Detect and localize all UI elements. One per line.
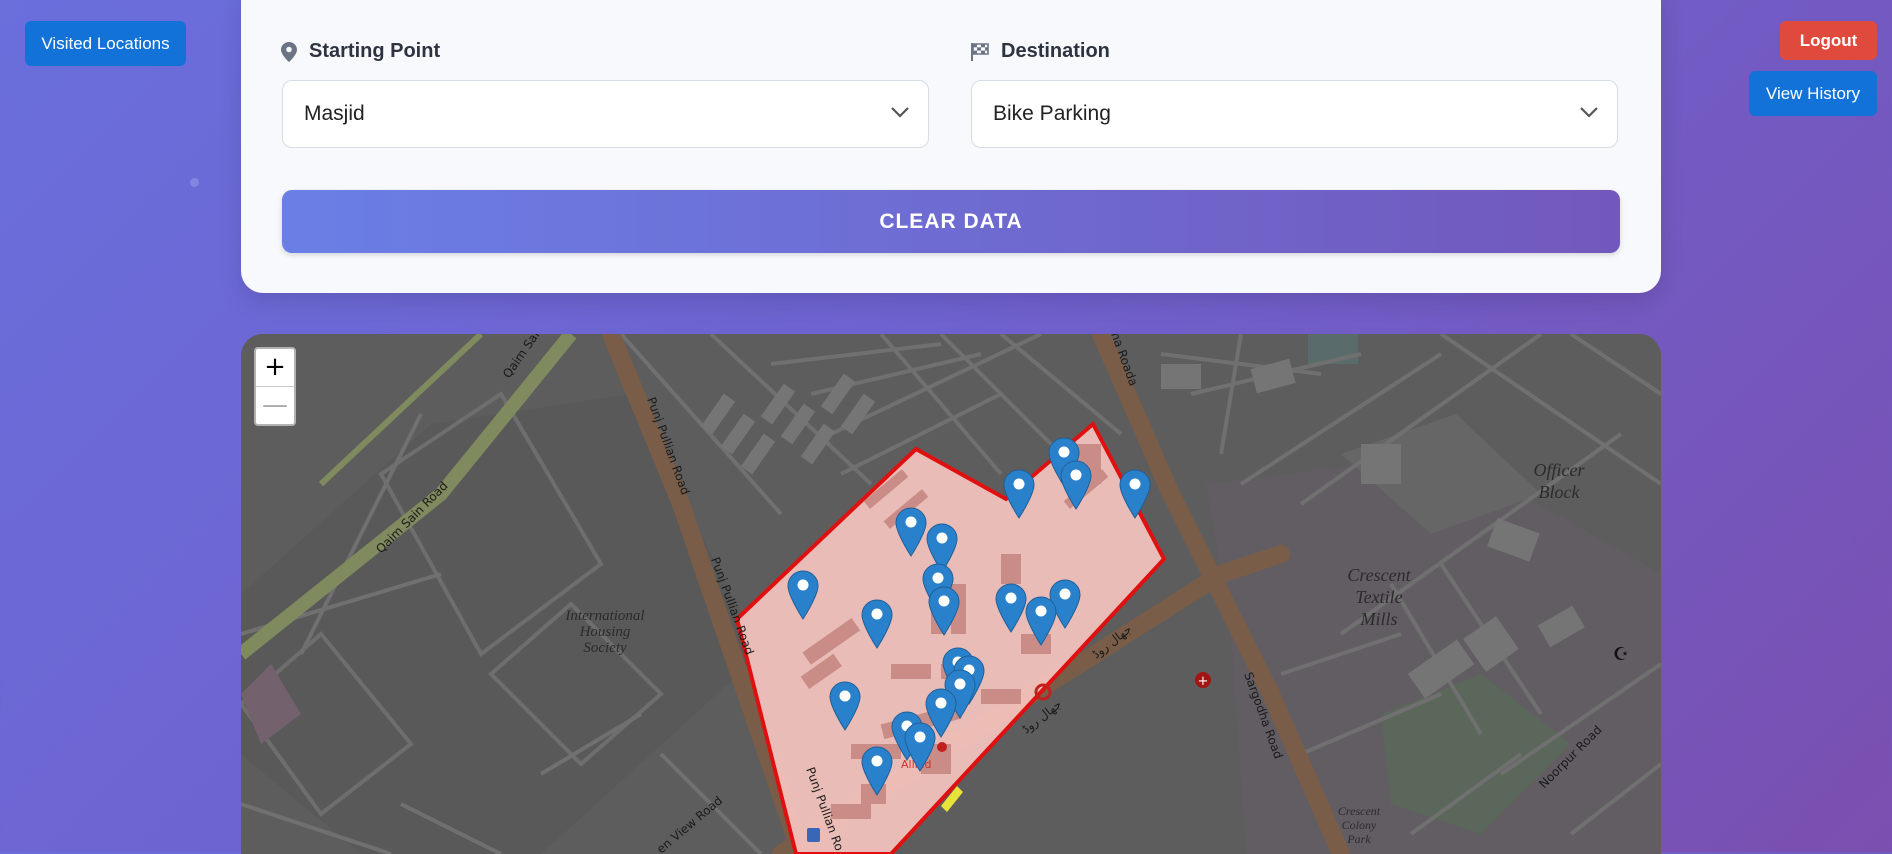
starting-point-select[interactable]: Masjid xyxy=(282,80,929,148)
starting-point-label: Starting Point xyxy=(281,40,440,63)
destination-select[interactable]: Bike Parking xyxy=(971,80,1618,148)
chevron-down-icon xyxy=(1580,107,1598,118)
view-history-button[interactable]: View History xyxy=(1749,71,1877,116)
map-view[interactable]: Qaim Sain Road Qaim Sain Road Punj Pulli… xyxy=(241,334,1661,854)
destination-value: Bike Parking xyxy=(993,102,1111,125)
area-label: Park xyxy=(1346,832,1371,846)
area-label: Society xyxy=(583,640,627,656)
chevron-down-icon xyxy=(891,107,909,118)
area-label: Block xyxy=(1539,482,1581,502)
area-label: Mills xyxy=(1359,609,1397,629)
mosque-icon: ☪ xyxy=(1613,644,1629,665)
zoom-control: + — xyxy=(254,347,296,426)
hospital-icon-cross: + xyxy=(1198,674,1209,689)
zoom-in-button[interactable]: + xyxy=(256,349,294,386)
logout-button[interactable]: Logout xyxy=(1780,21,1877,60)
area-label: Officer xyxy=(1534,460,1586,480)
route-form-card: Starting Point Masjid Destination Bike P… xyxy=(241,0,1661,293)
area-label: Housing xyxy=(579,624,631,640)
area-label: Textile xyxy=(1355,587,1402,607)
flag-checkered-icon xyxy=(971,42,989,61)
poi-dot-icon xyxy=(937,742,947,752)
bus-stop-icon xyxy=(807,828,820,842)
starting-point-label-text: Starting Point xyxy=(309,40,441,62)
destination-label: Destination xyxy=(970,40,1110,63)
decorative-dot xyxy=(190,178,199,187)
area-label: International xyxy=(564,608,644,624)
map-pin-icon xyxy=(281,41,297,62)
destination-label-text: Destination xyxy=(1001,40,1110,62)
clear-data-button[interactable]: CLEAR DATA xyxy=(282,190,1620,253)
zoom-out-button[interactable]: — xyxy=(256,386,294,424)
starting-point-value: Masjid xyxy=(304,102,365,125)
area-label: Crescent xyxy=(1338,804,1381,818)
area-label: Crescent xyxy=(1347,565,1411,585)
visited-locations-button[interactable]: Visited Locations xyxy=(25,21,186,66)
map-base-layer[interactable]: Qaim Sain Road Qaim Sain Road Punj Pulli… xyxy=(241,334,1661,854)
area-label: Colony xyxy=(1342,818,1377,832)
